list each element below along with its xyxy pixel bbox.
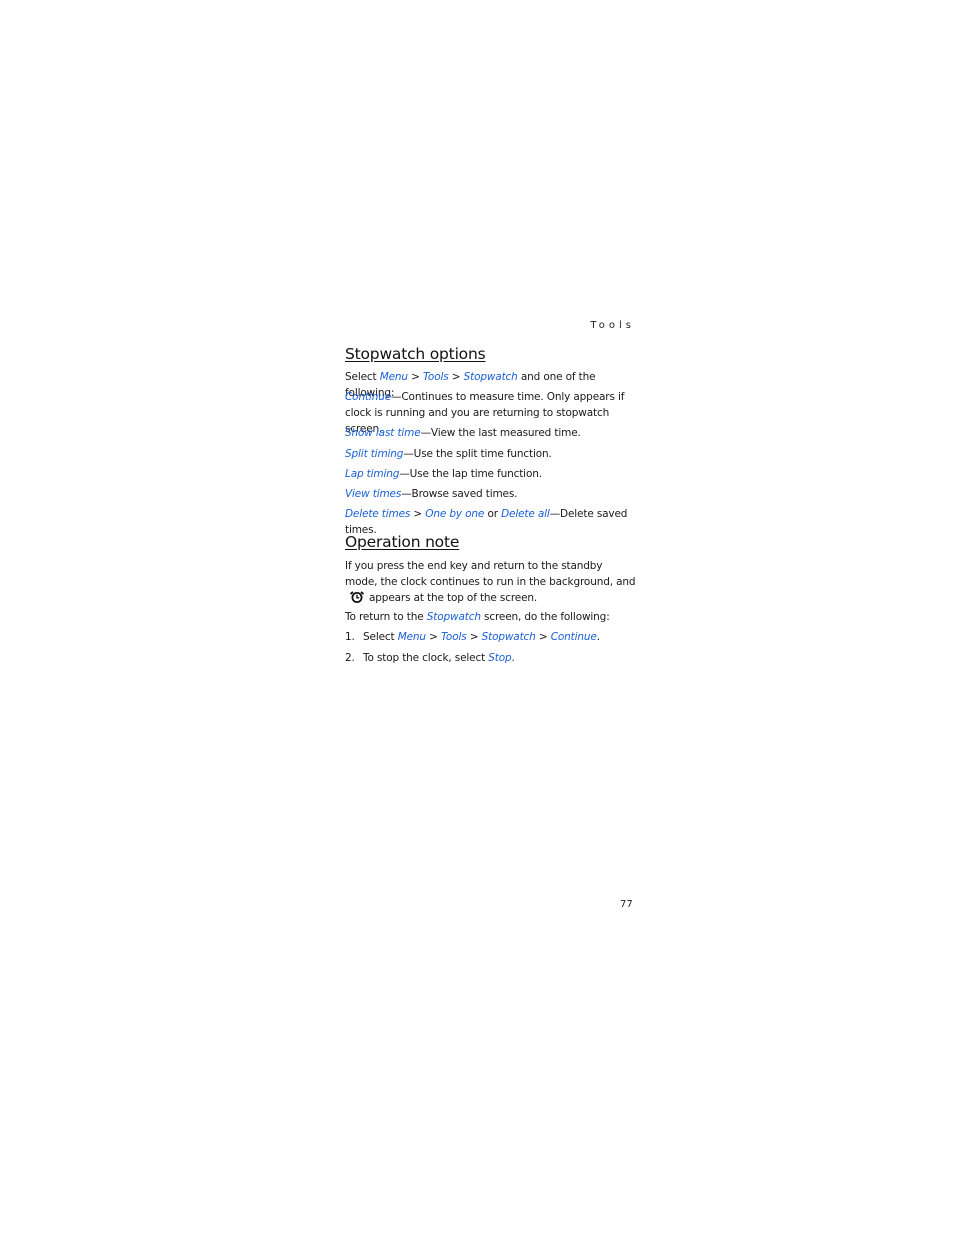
or-text: or [484,508,502,520]
path-separator: > [466,631,482,643]
option-term[interactable]: Continue [345,391,391,403]
option-term[interactable]: Lap timing [345,468,399,480]
delete-all-link[interactable]: Delete all [501,508,550,520]
note-text-b: appears at the top of the screen. [369,592,538,604]
path-separator: > [535,631,551,643]
one-by-one-link[interactable]: One by one [425,508,484,520]
delete-times-link[interactable]: Delete times [345,508,410,520]
menu-link[interactable]: Menu [380,371,408,383]
stop-link[interactable]: Stop [488,652,511,664]
step-2: 2. To stop the clock, select Stop. [345,650,637,666]
option-desc: —View the last measured time. [420,427,581,439]
stopwatch-clock-icon [349,591,365,603]
section-title-stopwatch-options: Stopwatch options [345,345,486,363]
step-number: 2. [345,652,355,664]
step-prefix: Select [363,631,398,643]
operation-note-paragraph: If you press the end key and return to t… [345,558,637,606]
step-number: 1. [345,631,355,643]
section-title-operation-note: Operation note [345,533,460,551]
menu-link[interactable]: Menu [398,631,426,643]
return-suffix: screen, do the following: [480,611,610,623]
stopwatch-link[interactable]: Stopwatch [427,611,481,623]
option-term[interactable]: Show last time [345,427,421,439]
option-desc: —Use the lap time function. [399,468,542,480]
stopwatch-link[interactable]: Stopwatch [464,371,518,383]
stopwatch-link[interactable]: Stopwatch [482,631,536,643]
path-separator: > [407,371,423,383]
path-separator: > [425,631,441,643]
tools-link[interactable]: Tools [423,371,449,383]
continue-link[interactable]: Continue [551,631,597,643]
option-desc: —Browse saved times. [401,488,518,500]
step-prefix: To stop the clock, select [363,652,489,664]
step-suffix: . [596,631,600,643]
option-item-lap-timing: Lap timing—Use the lap time function. [345,466,637,482]
tools-link[interactable]: Tools [441,631,467,643]
path-separator: > [448,371,464,383]
intro-prefix: Select [345,371,380,383]
option-item-view-times: View times—Browse saved times. [345,486,637,502]
option-term[interactable]: Split timing [345,448,403,460]
option-desc: —Use the split time function. [403,448,552,460]
step-suffix: . [511,652,515,664]
option-item-show-last-time: Show last time—View the last measured ti… [345,425,637,441]
note-text-a: If you press the end key and return to t… [345,560,636,588]
return-prefix: To return to the [345,611,427,623]
running-header: Tools [590,320,635,331]
step-1: 1. Select Menu > Tools > Stopwatch > Cont… [345,629,637,645]
option-term[interactable]: View times [345,488,401,500]
path-separator: > [410,508,426,520]
return-paragraph: To return to the Stopwatch screen, do th… [345,609,637,625]
page-number: 77 [620,899,633,910]
option-item-split-timing: Split timing—Use the split time function… [345,446,637,462]
